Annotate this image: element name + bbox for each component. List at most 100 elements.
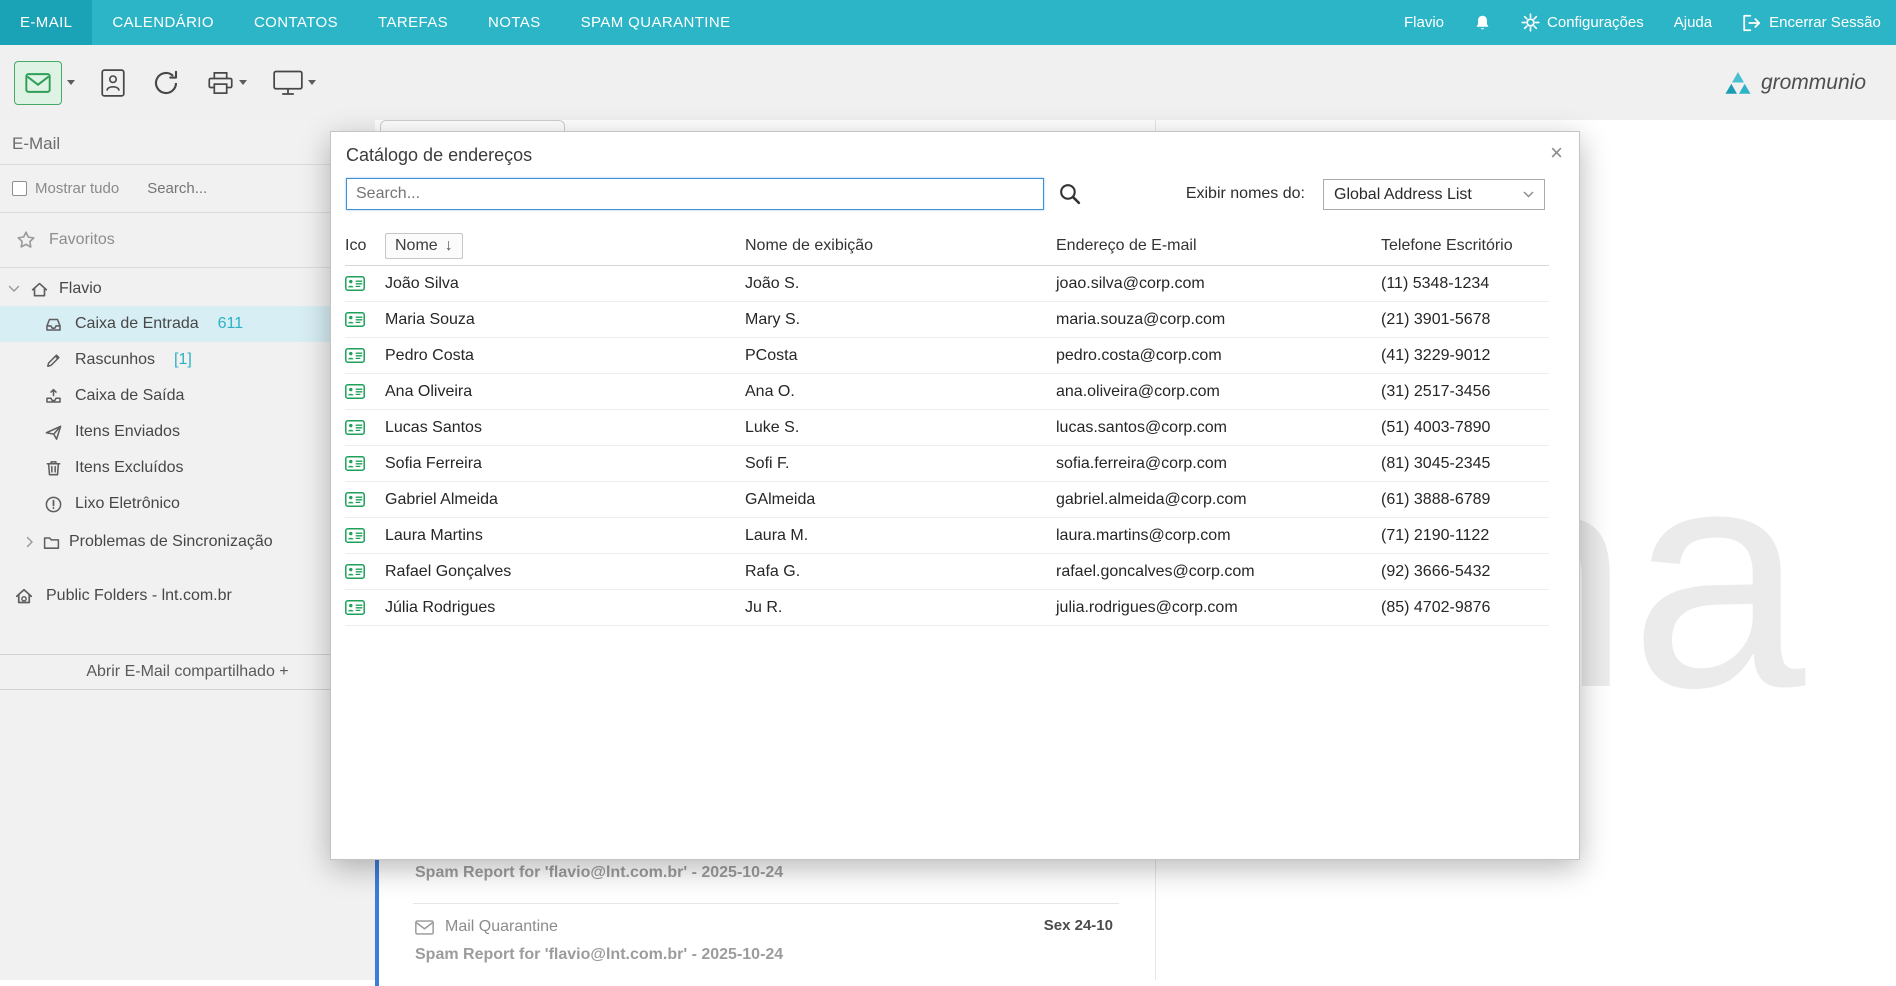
- folder-caixa-de-saida[interactable]: Caixa de Saída: [0, 378, 375, 414]
- junk-warning-icon: [44, 495, 63, 514]
- contact-card-icon: [345, 600, 385, 615]
- inbox-icon: [44, 315, 63, 334]
- contact-card-icon: [345, 276, 385, 291]
- contact-card-icon: [345, 564, 385, 579]
- public-folders-icon: [14, 586, 34, 606]
- contact-row[interactable]: Gabriel AlmeidaGAlmeidagabriel.almeida@c…: [345, 482, 1549, 518]
- star-icon: [16, 230, 36, 250]
- sidebar-header: E-Mail: [0, 120, 375, 164]
- folder-search-input[interactable]: [145, 179, 310, 198]
- close-icon[interactable]: ×: [1546, 138, 1567, 168]
- column-icon: Ico: [345, 237, 385, 255]
- folder-sidebar: E-Mail Mostrar tudo Favoritos Flavio Cai…: [0, 120, 375, 980]
- unread-indicator: [375, 904, 379, 986]
- nav-logout[interactable]: Encerrar Sessão: [1742, 14, 1881, 32]
- contact-card-icon: [345, 492, 385, 507]
- sent-plane-icon: [44, 423, 63, 442]
- folder-rascunhos[interactable]: Rascunhos [1]: [0, 342, 375, 378]
- column-display-name: Nome de exibição: [745, 237, 1056, 255]
- folder-itens-excluidos[interactable]: Itens Excluídos: [0, 450, 375, 486]
- printer-icon: [207, 70, 234, 96]
- contact-table-header: Ico Nome ↓ Nome de exibição Endereço de …: [345, 229, 1549, 263]
- contact-row[interactable]: Maria SouzaMary S.maria.souza@corp.com(2…: [345, 302, 1549, 338]
- nav-tab-contatos[interactable]: CONTATOS: [234, 0, 358, 45]
- open-shared-mail-button[interactable]: Abrir E-Mail compartilhado +: [0, 654, 375, 690]
- gear-icon: [1521, 13, 1540, 32]
- filter-label: Exibir nomes do:: [1186, 185, 1305, 203]
- nav-tab-notas[interactable]: NOTAS: [468, 0, 561, 45]
- new-mail-button[interactable]: [14, 61, 62, 105]
- toolbar: grommunio: [0, 45, 1896, 120]
- column-email: Endereço de E-mail: [1056, 237, 1381, 255]
- home-icon: [30, 280, 49, 299]
- contact-row[interactable]: Júlia RodriguesJu R.julia.rodrigues@corp…: [345, 590, 1549, 626]
- print-dropdown-caret-icon[interactable]: [239, 80, 247, 85]
- folder-caixa-de-entrada[interactable]: Caixa de Entrada 611: [0, 306, 375, 342]
- nav-user[interactable]: Flavio: [1404, 14, 1444, 31]
- mailbox-root-flavio[interactable]: Flavio: [0, 272, 375, 306]
- folder-problemas-de-sincronizacao[interactable]: Problemas de Sincronização: [0, 522, 375, 562]
- trash-icon: [44, 459, 63, 478]
- print-button[interactable]: [207, 70, 247, 96]
- nav-tab-tarefas[interactable]: TAREFAS: [358, 0, 468, 45]
- chevron-right-icon[interactable]: [26, 536, 34, 548]
- column-phone: Telefone Escritório: [1381, 237, 1549, 255]
- contact-row[interactable]: Ana OliveiraAna O.ana.oliveira@corp.com(…: [345, 374, 1549, 410]
- address-book-search-input[interactable]: [346, 178, 1044, 210]
- column-name-sort-button[interactable]: Nome ↓: [385, 233, 463, 259]
- contact-card-icon: [345, 348, 385, 363]
- nav-settings[interactable]: Configurações: [1521, 13, 1644, 32]
- top-navigation: E-MAIL CALENDÁRIO CONTATOS TAREFAS NOTAS…: [0, 0, 1896, 45]
- nav-right-group: Flavio Configurações Ajuda Encerrar Sess…: [1404, 0, 1881, 45]
- contact-row[interactable]: Sofia FerreiraSofi F.sofia.ferreira@corp…: [345, 446, 1549, 482]
- nav-help[interactable]: Ajuda: [1674, 14, 1712, 31]
- envelope-icon: [415, 920, 434, 935]
- show-all-checkbox[interactable]: [12, 181, 27, 196]
- address-book-button[interactable]: [101, 69, 125, 97]
- chevron-down-icon: [1523, 191, 1534, 198]
- nav-tab-email[interactable]: E-MAIL: [0, 0, 92, 45]
- mail-subject: Spam Report for 'flavio@lnt.com.br' - 20…: [415, 946, 783, 964]
- folder-itens-enviados[interactable]: Itens Enviados: [0, 414, 375, 450]
- monitor-icon: [273, 70, 303, 96]
- dialog-title: Catálogo de endereços: [346, 145, 532, 166]
- folder-lixo-eletronico[interactable]: Lixo Eletrônico: [0, 486, 375, 522]
- search-icon[interactable]: [1057, 181, 1082, 211]
- drafts-pencil-icon: [44, 351, 63, 370]
- new-mail-envelope-icon: [25, 73, 51, 93]
- logout-icon: [1742, 14, 1762, 32]
- address-list-select[interactable]: Global Address List: [1323, 179, 1545, 210]
- contact-card-icon: [101, 69, 125, 97]
- show-all-label: Mostrar tudo: [35, 180, 119, 197]
- contact-card-icon: [345, 312, 385, 327]
- contact-row[interactable]: Pedro CostaPCostapedro.costa@corp.com(41…: [345, 338, 1549, 374]
- mail-list-item[interactable]: Mail Quarantine Sex 24-10 Spam Report fo…: [375, 904, 1155, 986]
- refresh-icon: [151, 68, 181, 98]
- contact-card-icon: [345, 420, 385, 435]
- grommunio-logo-text: grommunio: [1761, 71, 1866, 95]
- address-book-dialog: Catálogo de endereços × Exibir nomes do:…: [330, 131, 1580, 860]
- contact-card-icon: [345, 528, 385, 543]
- nav-tab-spam-quarantine[interactable]: SPAM QUARANTINE: [561, 0, 751, 45]
- view-mode-button[interactable]: [273, 70, 316, 96]
- public-folders-root[interactable]: Public Folders - lnt.com.br: [0, 576, 375, 616]
- draft-count-badge: [1]: [174, 351, 192, 369]
- unread-count-badge: 611: [218, 315, 244, 333]
- contact-row[interactable]: Lucas SantosLuke S.lucas.santos@corp.com…: [345, 410, 1549, 446]
- notifications-bell-icon[interactable]: [1474, 14, 1491, 32]
- grommunio-logo: grommunio: [1724, 71, 1882, 95]
- mail-date: Sex 24-10: [1044, 917, 1113, 934]
- chevron-down-icon[interactable]: [8, 285, 20, 293]
- sort-descending-icon: ↓: [445, 237, 453, 255]
- view-dropdown-caret-icon[interactable]: [308, 80, 316, 85]
- contact-row[interactable]: Rafael GonçalvesRafa G.rafael.goncalves@…: [345, 554, 1549, 590]
- contact-row[interactable]: Laura MartinsLaura M.laura.martins@corp.…: [345, 518, 1549, 554]
- mail-sender: Mail Quarantine: [445, 918, 558, 936]
- folder-icon: [42, 533, 61, 552]
- grommunio-logo-icon: [1724, 71, 1752, 95]
- favorites-section[interactable]: Favoritos: [0, 213, 375, 267]
- refresh-button[interactable]: [151, 68, 181, 98]
- contact-row[interactable]: João SilvaJoão S.joao.silva@corp.com(11)…: [345, 266, 1549, 302]
- new-mail-dropdown-caret-icon[interactable]: [67, 80, 75, 85]
- nav-tab-calendario[interactable]: CALENDÁRIO: [92, 0, 234, 45]
